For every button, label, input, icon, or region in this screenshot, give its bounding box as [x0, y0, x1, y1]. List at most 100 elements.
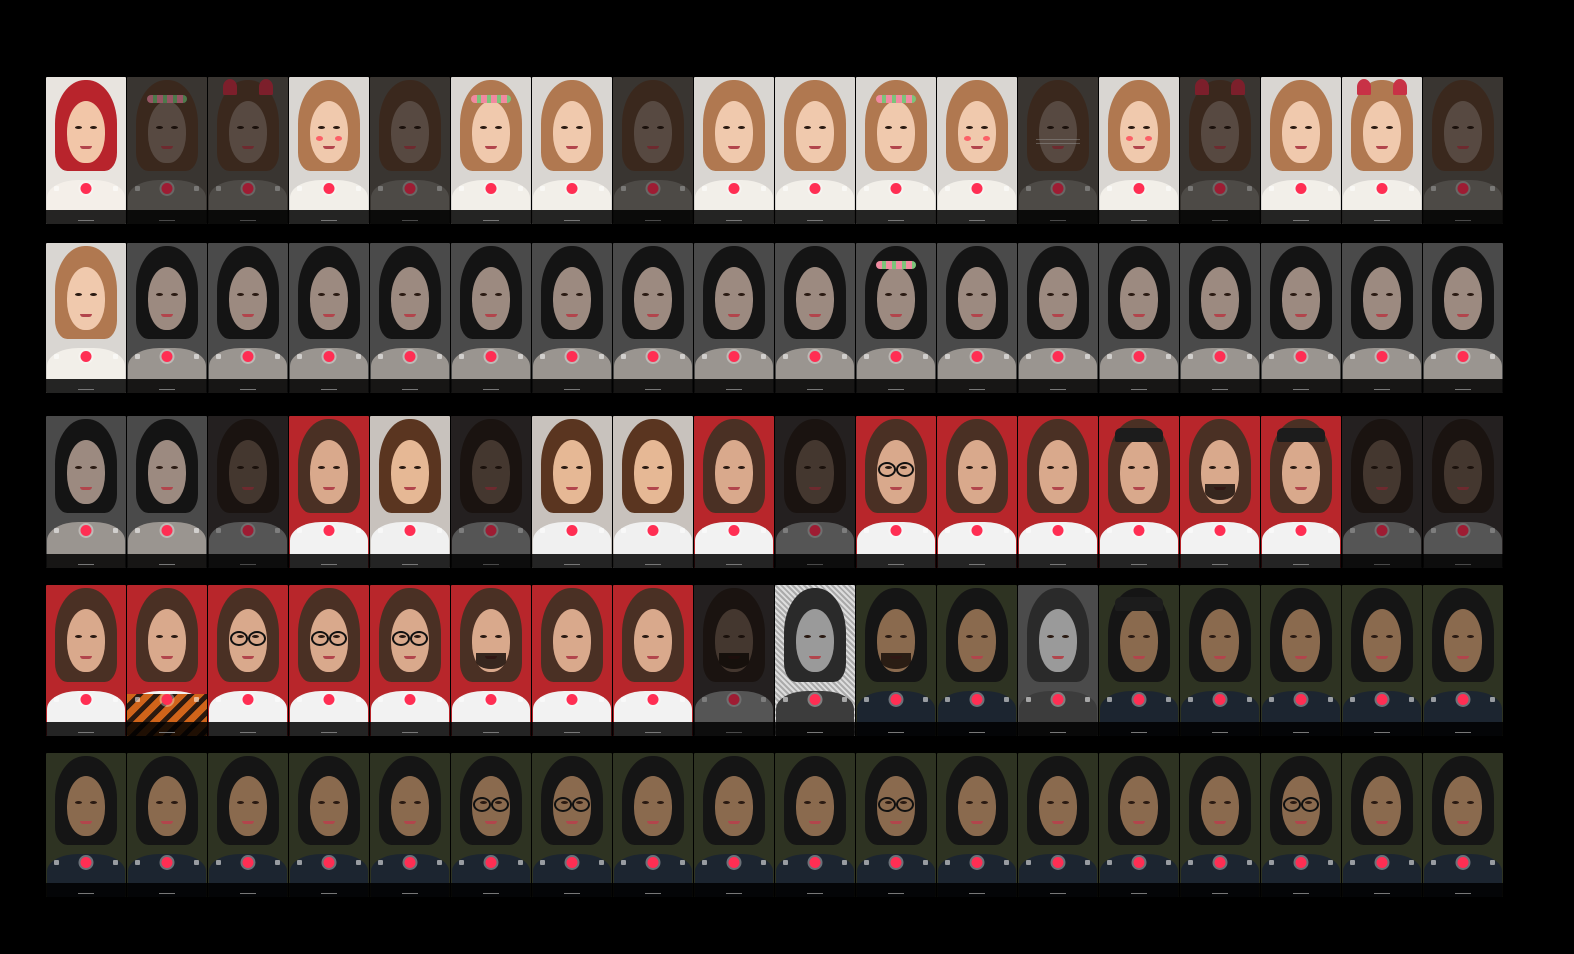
effects-icon[interactable]: [135, 697, 140, 702]
record-button-icon[interactable]: [566, 857, 578, 868]
gallery-icon[interactable]: [194, 354, 199, 359]
effects-icon[interactable]: [216, 860, 221, 865]
record-button-icon[interactable]: [566, 525, 578, 536]
gallery-icon[interactable]: [1490, 860, 1495, 865]
record-button-icon[interactable]: [161, 857, 173, 868]
effects-icon[interactable]: [540, 354, 545, 359]
filter-preview-tile[interactable]: [775, 77, 855, 224]
record-button-icon[interactable]: [971, 183, 983, 194]
record-button-icon[interactable]: [647, 694, 659, 705]
filter-preview-tile[interactable]: [1423, 77, 1503, 224]
record-button-icon[interactable]: [1214, 857, 1226, 868]
effects-icon[interactable]: [1269, 528, 1274, 533]
filter-preview-tile[interactable]: [208, 416, 288, 568]
record-button-icon[interactable]: [323, 351, 335, 362]
effects-icon[interactable]: [702, 860, 707, 865]
effects-icon[interactable]: [945, 528, 950, 533]
effects-icon[interactable]: [621, 860, 626, 865]
record-button-icon[interactable]: [80, 694, 92, 705]
gallery-icon[interactable]: [113, 186, 118, 191]
effects-icon[interactable]: [702, 528, 707, 533]
filter-preview-tile[interactable]: [1261, 585, 1341, 736]
filter-preview-tile[interactable]: [127, 416, 207, 568]
filter-preview-tile[interactable]: [370, 753, 450, 897]
record-button-icon[interactable]: [485, 857, 497, 868]
record-button-icon[interactable]: [1295, 857, 1307, 868]
gallery-icon[interactable]: [761, 528, 766, 533]
record-button-icon[interactable]: [1376, 183, 1388, 194]
filter-preview-tile[interactable]: [1018, 753, 1098, 897]
record-button-icon[interactable]: [728, 183, 740, 194]
effects-icon[interactable]: [540, 860, 545, 865]
filter-preview-tile[interactable]: [1099, 585, 1179, 736]
record-button-icon[interactable]: [161, 694, 173, 705]
record-button-icon[interactable]: [485, 351, 497, 362]
filter-preview-tile[interactable]: [1342, 416, 1422, 568]
filter-preview-tile[interactable]: [289, 243, 369, 393]
record-button-icon[interactable]: [323, 525, 335, 536]
effects-icon[interactable]: [540, 528, 545, 533]
effects-icon[interactable]: [945, 354, 950, 359]
effects-icon[interactable]: [135, 528, 140, 533]
gallery-icon[interactable]: [1166, 528, 1171, 533]
effects-icon[interactable]: [1269, 186, 1274, 191]
filter-preview-tile[interactable]: [451, 416, 531, 568]
record-button-icon[interactable]: [647, 857, 659, 868]
record-button-icon[interactable]: [1133, 857, 1145, 868]
effects-icon[interactable]: [864, 186, 869, 191]
effects-icon[interactable]: [1107, 860, 1112, 865]
record-button-icon[interactable]: [1376, 694, 1388, 705]
effects-icon[interactable]: [378, 354, 383, 359]
record-button-icon[interactable]: [80, 525, 92, 536]
effects-icon[interactable]: [1350, 697, 1355, 702]
effects-icon[interactable]: [1107, 697, 1112, 702]
gallery-icon[interactable]: [437, 697, 442, 702]
record-button-icon[interactable]: [809, 857, 821, 868]
filter-preview-tile[interactable]: [1180, 585, 1260, 736]
record-button-icon[interactable]: [1295, 525, 1307, 536]
effects-icon[interactable]: [135, 860, 140, 865]
record-button-icon[interactable]: [890, 183, 902, 194]
gallery-icon[interactable]: [680, 354, 685, 359]
filter-preview-tile[interactable]: [1018, 416, 1098, 568]
effects-icon[interactable]: [1269, 354, 1274, 359]
record-button-icon[interactable]: [1295, 694, 1307, 705]
record-button-icon[interactable]: [890, 351, 902, 362]
filter-preview-tile[interactable]: [370, 243, 450, 393]
effects-icon[interactable]: [297, 186, 302, 191]
filter-preview-tile[interactable]: [1342, 243, 1422, 393]
record-button-icon[interactable]: [161, 525, 173, 536]
record-button-icon[interactable]: [1133, 694, 1145, 705]
record-button-icon[interactable]: [404, 857, 416, 868]
filter-preview-tile[interactable]: [937, 416, 1017, 568]
effects-icon[interactable]: [459, 354, 464, 359]
effects-icon[interactable]: [864, 528, 869, 533]
effects-icon[interactable]: [297, 697, 302, 702]
filter-preview-tile[interactable]: [1423, 585, 1503, 736]
filter-preview-tile[interactable]: [1261, 77, 1341, 224]
filter-preview-tile[interactable]: [46, 77, 126, 224]
filter-preview-tile[interactable]: [289, 585, 369, 736]
gallery-icon[interactable]: [1085, 697, 1090, 702]
record-button-icon[interactable]: [1052, 694, 1064, 705]
gallery-icon[interactable]: [194, 860, 199, 865]
filter-preview-tile[interactable]: [451, 243, 531, 393]
effects-icon[interactable]: [621, 528, 626, 533]
effects-icon[interactable]: [378, 528, 383, 533]
gallery-icon[interactable]: [113, 354, 118, 359]
filter-preview-tile[interactable]: [46, 753, 126, 897]
gallery-icon[interactable]: [923, 528, 928, 533]
effects-icon[interactable]: [1026, 860, 1031, 865]
effects-icon[interactable]: [945, 697, 950, 702]
effects-icon[interactable]: [54, 697, 59, 702]
record-button-icon[interactable]: [1052, 351, 1064, 362]
effects-icon[interactable]: [54, 186, 59, 191]
effects-icon[interactable]: [216, 354, 221, 359]
record-button-icon[interactable]: [1052, 857, 1064, 868]
filter-preview-tile[interactable]: [937, 753, 1017, 897]
effects-icon[interactable]: [1026, 697, 1031, 702]
effects-icon[interactable]: [783, 860, 788, 865]
filter-preview-tile[interactable]: [532, 416, 612, 568]
filter-preview-tile[interactable]: [694, 77, 774, 224]
gallery-icon[interactable]: [1166, 354, 1171, 359]
